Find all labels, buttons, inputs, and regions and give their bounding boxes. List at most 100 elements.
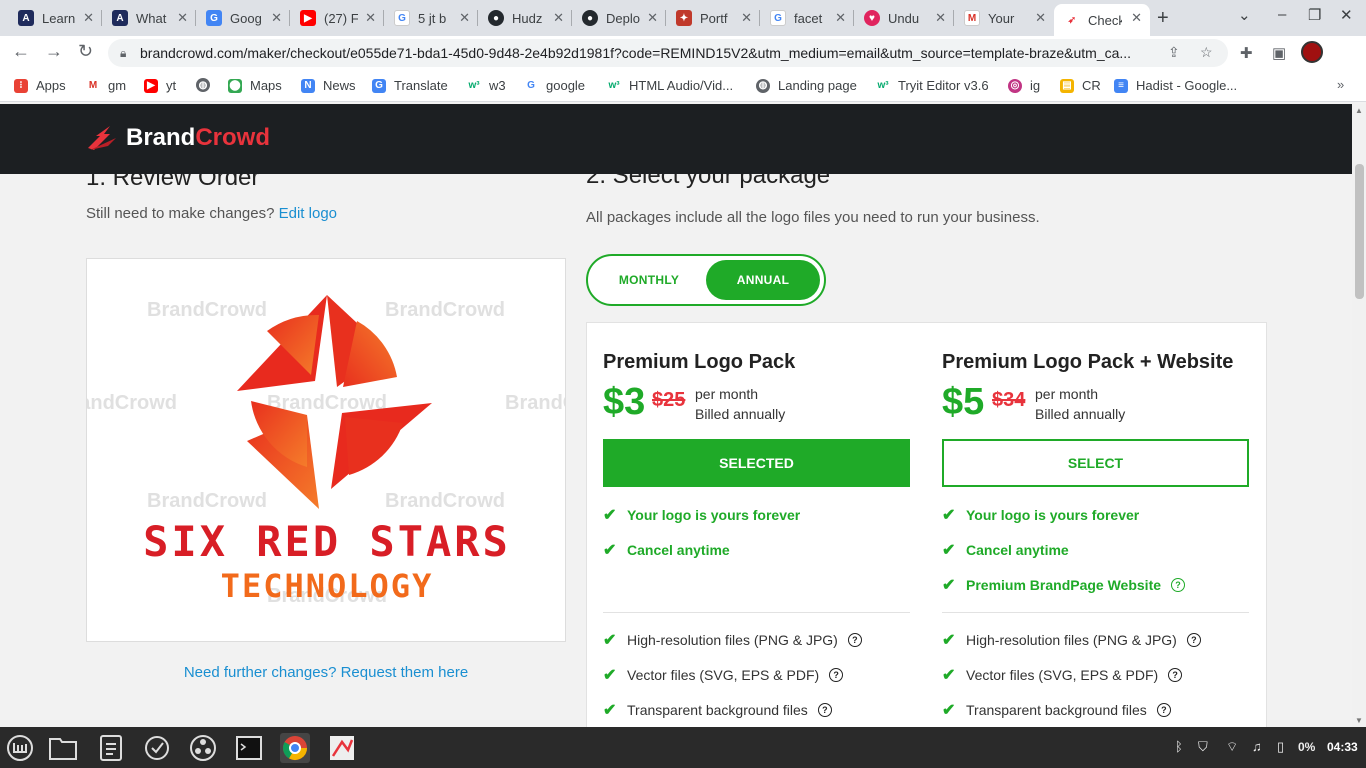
mint-menu-icon[interactable] xyxy=(5,733,35,763)
bookmark-item[interactable]: ◎ ig xyxy=(1008,78,1040,93)
bookmark-item[interactable]: ▶ yt xyxy=(144,78,176,93)
bluetooth-icon[interactable]: ᛒ xyxy=(1175,739,1183,754)
scrollbar-thumb[interactable] xyxy=(1355,164,1364,299)
browser-tab[interactable]: Gfacet ✕ xyxy=(760,4,854,32)
toggle-annual[interactable]: ANNUAL xyxy=(706,260,820,300)
bookmark-item[interactable]: ⬤ Maps xyxy=(228,78,282,93)
feature-item: ✔ Vector files (SVG, EPS & PDF)? xyxy=(603,665,844,685)
url-text[interactable]: brandcrowd.com/maker/checkout/e055de71-b… xyxy=(140,45,1150,61)
battery-percent: 0% xyxy=(1298,740,1316,754)
browser-tab[interactable]: ● Hudz ✕ xyxy=(478,4,572,32)
update-manager-icon[interactable] xyxy=(142,733,172,763)
battery-icon[interactable]: ▯ xyxy=(1277,739,1284,755)
close-icon[interactable]: ✕ xyxy=(647,10,658,26)
text-editor-icon[interactable] xyxy=(96,733,126,763)
help-icon[interactable]: ? xyxy=(817,703,832,717)
os-taskbar: ᛒ ⛉ ⌔ ♫ ▯ 0% 04:33 xyxy=(0,727,1366,768)
bookmark-item[interactable]: w³ HTML Audio/Vid... xyxy=(607,78,733,93)
bookmark-item[interactable]: w³ w3 xyxy=(467,78,506,93)
help-icon[interactable]: ? xyxy=(847,633,862,647)
help-icon[interactable]: ? xyxy=(829,668,844,682)
brandcrowd-logo[interactable]: Brand Crowd xyxy=(86,124,270,152)
tab-search-icon[interactable]: ⌄ xyxy=(1238,6,1251,24)
bookmark-star-icon[interactable]: ☆ xyxy=(1200,44,1213,61)
package-name: Premium Logo Pack xyxy=(603,351,796,373)
close-icon[interactable]: ✕ xyxy=(741,10,752,26)
app-brandcrowd-icon[interactable] xyxy=(327,733,357,763)
help-icon[interactable]: ? xyxy=(1186,633,1201,647)
back-icon[interactable]: ← xyxy=(12,41,30,62)
close-icon[interactable]: ✕ xyxy=(177,10,188,26)
check-icon: ✔ xyxy=(603,632,617,649)
close-icon[interactable]: ✕ xyxy=(1035,10,1046,26)
minimize-icon[interactable]: – xyxy=(1278,6,1286,23)
browser-tab-active[interactable]: ➶ Check ✕ xyxy=(1054,4,1150,36)
close-icon[interactable]: ✕ xyxy=(83,10,94,26)
side-panel-icon[interactable]: ▣ xyxy=(1272,44,1286,62)
close-icon[interactable]: ✕ xyxy=(365,10,376,26)
browser-tab[interactable]: M Your ✕ xyxy=(954,4,1054,32)
shield-icon[interactable]: ⛉ xyxy=(1198,739,1208,755)
clock[interactable]: 04:33 xyxy=(1327,740,1358,754)
help-icon[interactable]: ? xyxy=(1168,668,1183,682)
billing-note: per month Billed annually xyxy=(1035,386,1126,422)
bookmark-item[interactable]: ⁝ Apps xyxy=(14,78,66,93)
obs-icon[interactable] xyxy=(188,733,218,763)
bookmark-item[interactable]: Ggoogle xyxy=(524,78,585,93)
forward-icon[interactable]: → xyxy=(45,41,63,62)
bookmark-item[interactable]: N News xyxy=(301,78,356,93)
help-icon[interactable]: ? xyxy=(1156,703,1171,717)
reload-icon[interactable]: ↻ xyxy=(78,41,93,62)
page-scrollbar[interactable]: ▲ ▼ xyxy=(1352,104,1366,727)
close-icon[interactable]: ✕ xyxy=(935,10,946,26)
feature-item: ✔ Transparent background files? xyxy=(603,700,832,720)
check-icon: ✔ xyxy=(942,542,956,559)
new-tab-icon[interactable]: + xyxy=(1157,7,1169,30)
bookmark-item[interactable]: w³ Tryit Editor v3.6 xyxy=(876,78,989,93)
terminal-icon[interactable] xyxy=(234,733,264,763)
share-icon[interactable]: ⇪ xyxy=(1168,44,1180,61)
close-icon[interactable]: ✕ xyxy=(459,10,470,26)
browser-tab[interactable]: ● Deplo ✕ xyxy=(572,4,666,32)
bookmark-item[interactable]: ▤ CR xyxy=(1060,78,1101,93)
file-manager-icon[interactable] xyxy=(48,733,78,763)
close-icon[interactable]: ✕ xyxy=(271,10,282,26)
close-icon[interactable]: ✕ xyxy=(835,10,846,26)
audio-icon[interactable]: ♫ xyxy=(1252,739,1262,754)
selected-button[interactable]: SELECTED xyxy=(603,439,910,487)
browser-tab[interactable]: ✦ Portf ✕ xyxy=(666,4,760,32)
close-icon[interactable]: ✕ xyxy=(1131,10,1142,26)
request-changes-link[interactable]: Need further changes? Request them here xyxy=(86,664,566,681)
browser-tab[interactable]: G5 jt b ✕ xyxy=(384,4,478,32)
help-icon[interactable]: ? xyxy=(1171,578,1186,592)
bookmark-item[interactable]: ◍ Landing page xyxy=(756,78,857,93)
lock-icon[interactable]: 🔒︎ xyxy=(120,46,140,61)
feature-item: ✔ High-resolution files (PNG & JPG)? xyxy=(603,630,862,650)
profile-avatar[interactable] xyxy=(1301,41,1323,63)
edit-logo-link[interactable]: Edit logo xyxy=(279,205,337,222)
chrome-icon[interactable] xyxy=(280,733,310,763)
extensions-icon[interactable]: ✚ xyxy=(1240,44,1253,62)
bookmark-item[interactable]: ◍ xyxy=(196,78,218,92)
wifi-icon[interactable]: ⌔ xyxy=(1226,739,1238,755)
close-icon[interactable]: ✕ xyxy=(553,10,564,26)
bookmark-item[interactable]: ≡ Hadist - Google... xyxy=(1114,78,1237,93)
restore-icon[interactable]: ❐ xyxy=(1308,6,1321,24)
browser-tab[interactable]: G Goog ✕ xyxy=(196,4,290,32)
feature-item: ✔ Your logo is yours forever xyxy=(603,507,801,524)
bookmark-item[interactable]: G Translate xyxy=(372,78,448,93)
browser-tab[interactable]: A Learn ✕ xyxy=(8,4,102,32)
scroll-down-icon[interactable]: ▼ xyxy=(1355,716,1363,725)
browser-tab[interactable]: A What ✕ xyxy=(102,4,196,32)
news-icon: N xyxy=(301,78,315,93)
select-button[interactable]: SELECT xyxy=(942,439,1249,487)
bookmark-item[interactable]: Mgm xyxy=(86,78,126,93)
address-bar[interactable]: 🔒︎ brandcrowd.com/maker/checkout/e055de7… xyxy=(108,39,1228,67)
watermark-text: BrandCrowd xyxy=(87,392,177,414)
browser-tab[interactable]: ▶ (27) F ✕ xyxy=(290,4,384,32)
scroll-up-icon[interactable]: ▲ xyxy=(1355,106,1363,115)
chevron-right-icon[interactable]: » xyxy=(1337,77,1344,92)
close-window-icon[interactable]: ✕ xyxy=(1340,6,1353,24)
browser-tab[interactable]: ♥ Undu ✕ xyxy=(854,4,954,32)
toggle-monthly[interactable]: MONTHLY xyxy=(592,260,706,300)
